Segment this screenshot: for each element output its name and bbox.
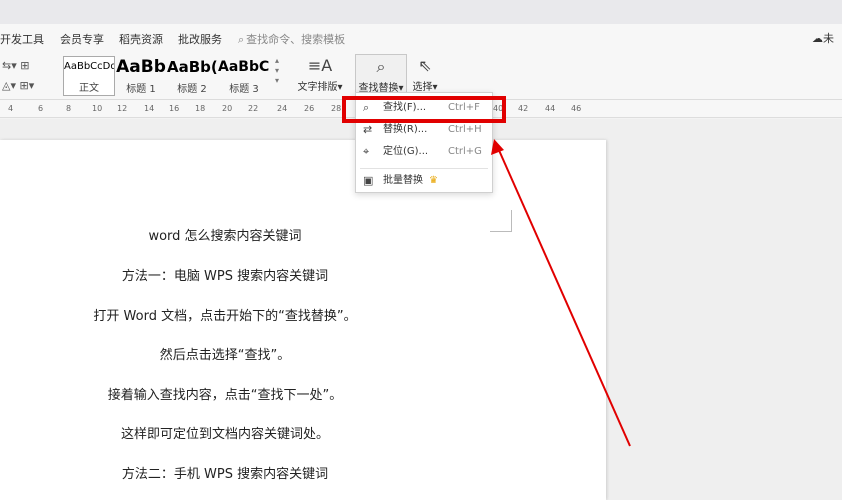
shading-icon[interactable]: ◬: [2, 79, 10, 92]
ruler-tick: 26: [304, 104, 315, 113]
menu-item-goto-shortcut: Ctrl+G: [448, 146, 482, 157]
style-normal-label: 正文: [79, 83, 99, 94]
menu-item-goto-label: 定位(G)...: [383, 146, 429, 157]
style-heading-2[interactable]: AaBb( 标题 2: [167, 56, 217, 96]
search-icon: ⌕: [376, 57, 386, 76]
menu-item-batch-replace[interactable]: ▣ 批量替换 ♛: [356, 170, 492, 192]
borders-icon[interactable]: ⊞: [20, 79, 29, 92]
style-heading-3[interactable]: AaBbC( 标题 3: [218, 56, 270, 96]
document-page[interactable]: word 怎么搜索内容关键词 方法一：电脑 WPS 搜索内容关键词 打开 Wor…: [0, 140, 606, 500]
cloud-status[interactable]: ☁未: [812, 30, 834, 46]
ruler-tick: 4: [8, 104, 14, 113]
ruler-tick: 22: [248, 104, 259, 113]
ruler-tick: 14: [144, 104, 155, 113]
ruler-tick: 6: [38, 104, 44, 113]
indent-icon[interactable]: ⇆: [2, 59, 11, 72]
batch-replace-icon: ▣: [363, 174, 374, 187]
menu-developer-tools[interactable]: 开发工具: [0, 31, 44, 47]
command-search-placeholder: 查找命令、搜索模板: [246, 33, 346, 46]
chevron-up-icon[interactable]: ▴: [275, 56, 279, 66]
search-icon: ⌕: [238, 33, 245, 46]
style-heading-1[interactable]: AaBb 标题 1: [116, 56, 166, 96]
text-layout-button[interactable]: ≡A 文字排版▾: [296, 54, 344, 93]
ruler-tick: 46: [571, 104, 582, 113]
menu-bar: 开发工具 会员专享 稻壳资源 批改服务 ⌕ 查找命令、搜索模板 ☁未: [0, 24, 842, 52]
menu-item-batch-replace-row: 批量替换 ♛: [383, 170, 438, 192]
style-heading-3-sample: AaBbC(: [218, 59, 270, 75]
cloud-icon: ☁: [812, 32, 823, 45]
ruler-tick: 44: [545, 104, 556, 113]
margin-corner-mark: [490, 210, 512, 232]
document-paragraph[interactable]: 打开 Word 文档，点击开始下的“查找替换”。: [0, 305, 450, 324]
style-heading-1-sample: AaBb: [116, 57, 166, 77]
menu-member[interactable]: 会员专享: [60, 31, 104, 47]
ruler-tick: 28: [331, 104, 342, 113]
ruler-tick: 24: [277, 104, 288, 113]
cloud-status-label: 未: [823, 32, 834, 45]
text-layout-label: 文字排版: [297, 82, 338, 93]
command-search[interactable]: ⌕ 查找命令、搜索模板: [238, 31, 345, 47]
style-heading-3-label: 标题 3: [229, 84, 259, 95]
more-icon[interactable]: ▾: [275, 76, 279, 86]
document-heading[interactable]: word 怎么搜索内容关键词: [0, 225, 450, 244]
document-paragraph[interactable]: 方法二：手机 WPS 搜索内容关键词: [0, 463, 450, 482]
ruler-tick: 20: [222, 104, 233, 113]
select-button[interactable]: ⇖ 选择▾: [410, 54, 440, 93]
menu-item-batch-replace-label: 批量替换: [383, 175, 423, 186]
style-normal[interactable]: AaBbCcDd 正文: [63, 56, 115, 96]
style-heading-2-label: 标题 2: [177, 84, 207, 95]
menu-item-goto[interactable]: ⌖ 定位(G)... Ctrl+G: [356, 141, 492, 163]
goto-icon: ⌖: [363, 145, 370, 158]
menu-review-service[interactable]: 批改服务: [178, 31, 222, 47]
ruler-tick: 10: [92, 104, 103, 113]
ruler-tick: 42: [518, 104, 529, 113]
style-heading-2-sample: AaBb(: [167, 58, 217, 76]
cursor-icon: ⇖: [418, 56, 432, 75]
document-paragraph[interactable]: 这样即可定位到文档内容关键词处。: [0, 423, 450, 442]
text-layout-icon: ≡A: [307, 56, 333, 75]
menu-divider: [360, 168, 488, 169]
document-paragraph[interactable]: 方法一：电脑 WPS 搜索内容关键词: [0, 265, 450, 284]
document-paragraph[interactable]: 然后点击选择“查找”。: [0, 344, 450, 363]
title-bar: [0, 0, 842, 24]
style-heading-1-label: 标题 1: [126, 84, 156, 95]
ruler-tick: 18: [195, 104, 206, 113]
document-paragraph[interactable]: 接着输入查找内容，点击“查找下一处”。: [0, 384, 450, 403]
crown-icon: ♛: [429, 175, 438, 186]
chevron-down-icon[interactable]: ▾: [275, 66, 279, 76]
ruler-tick: 16: [169, 104, 180, 113]
table-grid-icon[interactable]: ⊞: [20, 59, 29, 72]
style-gallery-scroll[interactable]: ▴ ▾ ▾: [275, 56, 279, 86]
find-replace-button[interactable]: ⌕ 查找替换▾: [355, 54, 407, 96]
annotation-highlight-box: [342, 96, 506, 123]
chevron-down-icon: ▾: [337, 82, 343, 93]
ruler-tick: 8: [66, 104, 72, 113]
ruler-tick: 12: [117, 104, 128, 113]
style-normal-sample: AaBbCcDd: [64, 61, 114, 72]
paragraph-tools: ⇆▾ ⊞ ◬▾ ⊞▾: [2, 59, 35, 92]
style-gallery: AaBbCcDd 正文 AaBb 标题 1 AaBb( 标题 2 AaBbC( …: [63, 56, 283, 96]
menu-docer-resources[interactable]: 稻壳资源: [119, 31, 163, 47]
